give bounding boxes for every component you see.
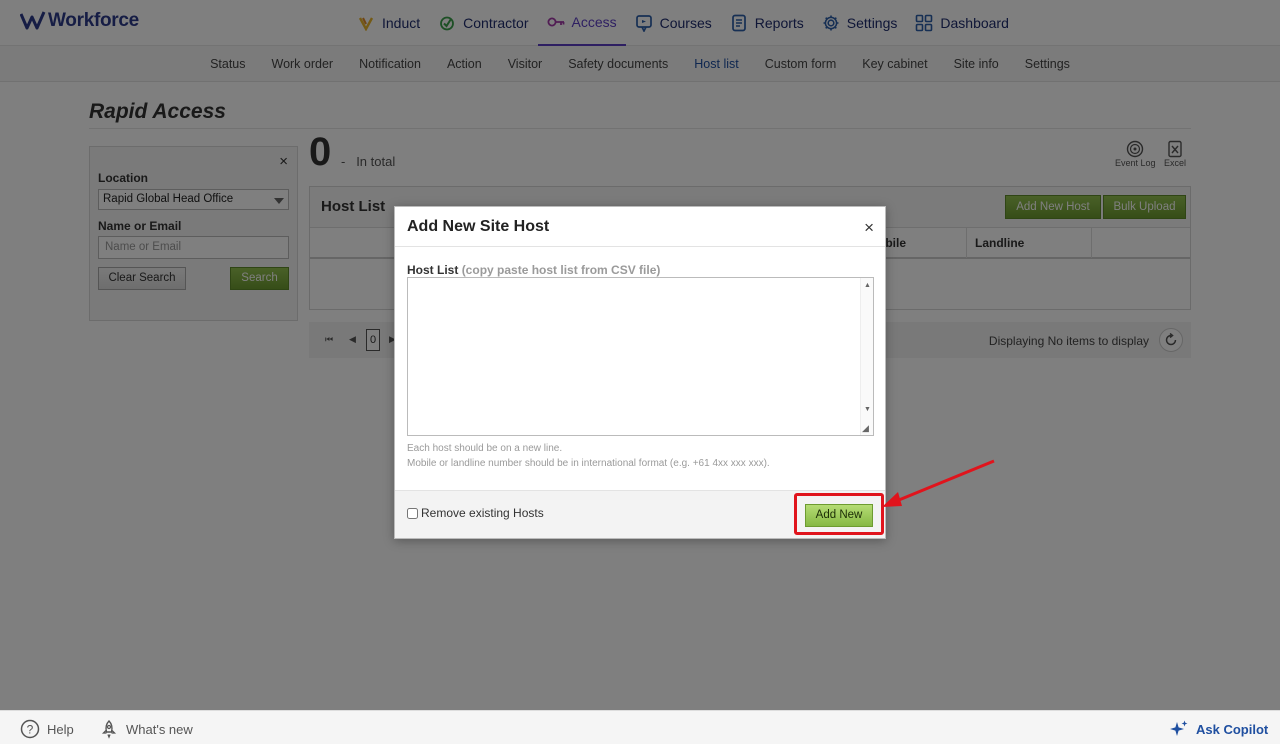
help-link[interactable]: ? Help [20, 719, 74, 739]
whats-new-label: What's new [126, 721, 193, 737]
dialog-header: Add New Site Host × [395, 207, 885, 247]
svg-text:?: ? [27, 723, 34, 737]
host-list-textarea[interactable] [407, 277, 874, 436]
scroll-up-icon[interactable]: ▲ [864, 282, 871, 289]
ask-copilot-label: Ask Copilot [1196, 721, 1269, 737]
remove-existing-hosts-label: Remove existing Hosts [421, 506, 544, 520]
whats-new-link[interactable]: What's new [99, 719, 193, 739]
host-list-field-label: Host List (copy paste host list from CSV… [407, 263, 660, 277]
footer-bar: ? Help What's new Ask Copilot [0, 710, 1280, 744]
sparkle-icon [1170, 720, 1188, 736]
scroll-down-icon[interactable]: ▼ [864, 406, 871, 413]
help-icon: ? [20, 719, 40, 739]
resize-grip-icon[interactable]: ◢ [862, 423, 869, 434]
add-new-site-host-dialog: Add New Site Host × Host List (copy past… [394, 206, 886, 539]
arrow-annotation-icon [882, 459, 995, 507]
remove-existing-hosts-option[interactable]: Remove existing Hosts [407, 506, 544, 520]
rocket-icon [101, 720, 117, 739]
ask-copilot-link[interactable]: Ask Copilot [1169, 719, 1268, 739]
remove-existing-hosts-checkbox[interactable] [407, 507, 418, 519]
textarea-scrollbar[interactable]: ▲ ▼ ◢ [860, 278, 873, 435]
dialog-title: Add New Site Host [407, 218, 550, 235]
help-label: Help [47, 721, 74, 737]
field-hint-text: (copy paste host list from CSV file) [461, 263, 661, 277]
field-label-text: Host List [407, 263, 459, 277]
highlight-box [794, 493, 884, 535]
close-icon[interactable]: × [864, 218, 874, 238]
note-international-format: Mobile or landline number should be in i… [407, 458, 770, 469]
note-new-line: Each host should be on a new line. [407, 443, 563, 454]
